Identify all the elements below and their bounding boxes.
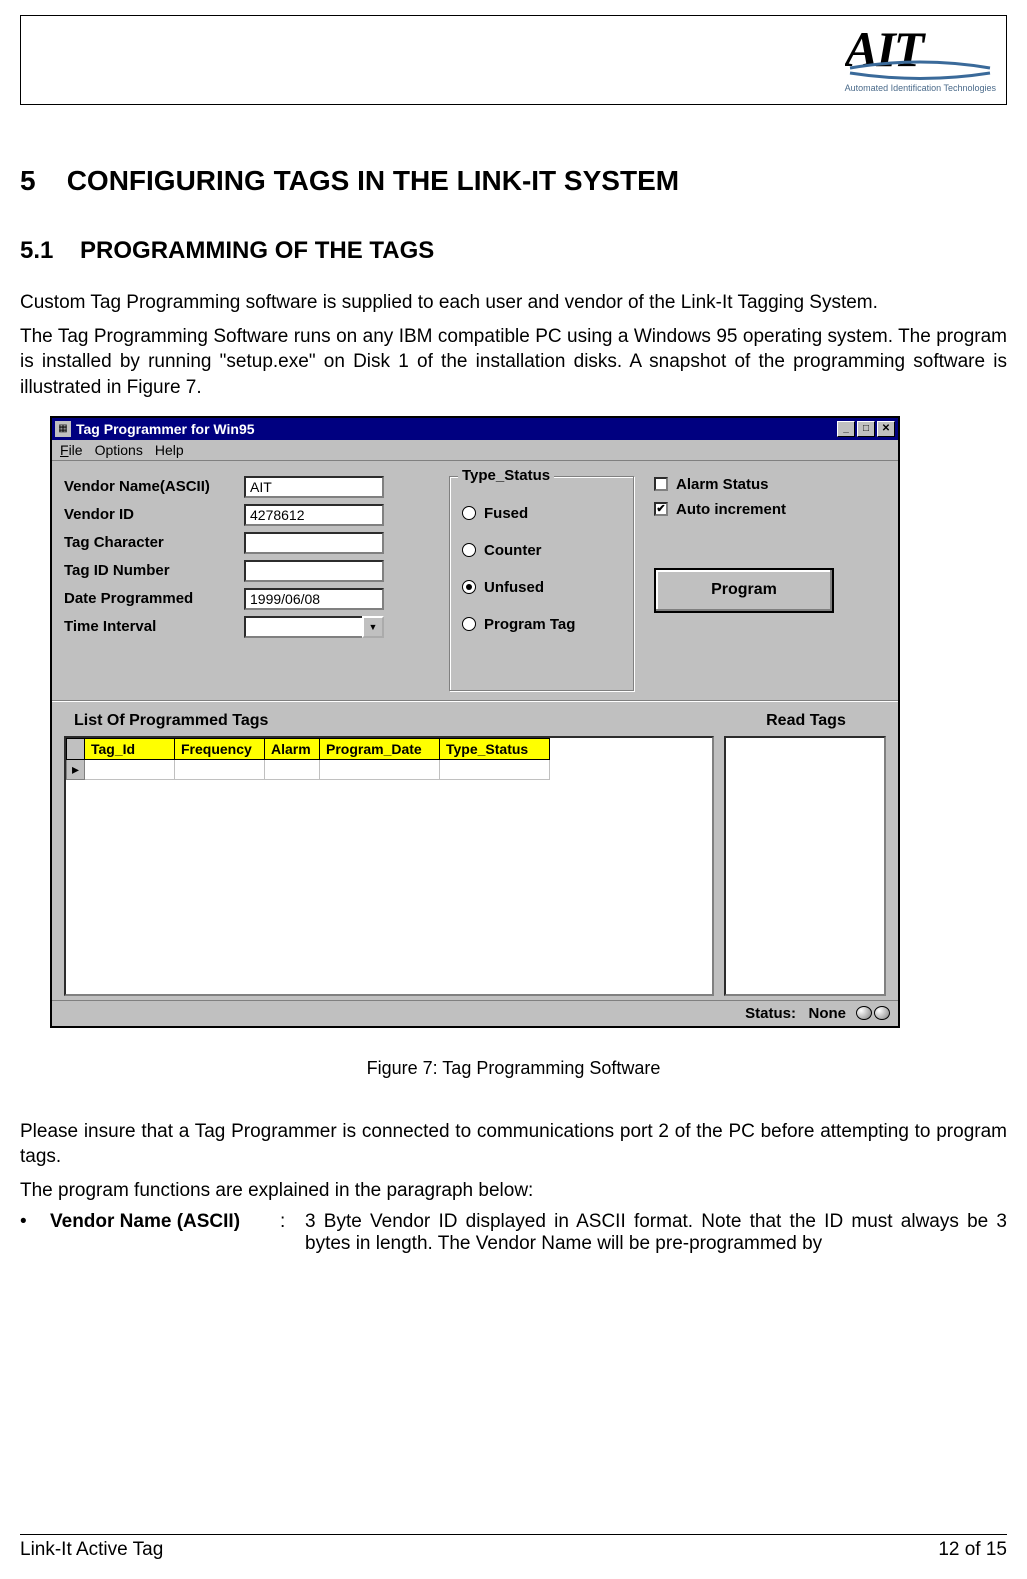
read-tags-label: Read Tags [726,712,886,730]
bullet-term: Vendor Name (ASCII) [50,1211,280,1255]
col-alarm[interactable]: Alarm [265,738,320,759]
status-led-1-icon [856,1006,872,1020]
section-heading: 5 CONFIGURING TAGS IN THE LINK-IT SYSTEM [20,165,1007,197]
menu-options[interactable]: Options [95,442,143,458]
radio-program-tag-label: Program Tag [484,616,575,633]
col-program-date[interactable]: Program_Date [320,738,440,759]
logo-mark: AIT [845,26,996,81]
menu-help[interactable]: Help [155,442,184,458]
page-header: AIT Automated Identification Technologie… [20,15,1007,105]
close-button[interactable]: ✕ [877,421,895,437]
page-footer: Link-It Active Tag 12 of 15 [20,1534,1007,1561]
subsection-title: PROGRAMMING OF THE TAGS [80,237,434,264]
table-row[interactable]: ▸ [67,759,550,779]
paragraph-1: Custom Tag Programming software is suppl… [20,290,1007,316]
programmed-tags-grid[interactable]: Tag_Id Frequency Alarm Program_Date Type… [64,736,714,996]
section-number: 5 [20,165,36,196]
vendor-id-label: Vendor ID [64,506,244,523]
status-bar: Status: None [52,1000,898,1026]
time-interval-dropdown-button[interactable]: ▼ [362,616,384,638]
bullet-vendor-name: • Vendor Name (ASCII) : 3 Byte Vendor ID… [20,1211,1007,1255]
checkbox-auto-label: Auto increment [676,501,786,518]
radio-unfused-label: Unfused [484,579,544,596]
tag-id-input[interactable] [244,560,384,582]
status-value: None [809,1005,847,1022]
radio-program-tag[interactable]: Program Tag [462,616,621,633]
type-status-legend: Type_Status [458,467,554,484]
radio-counter-label: Counter [484,542,542,559]
tag-character-label: Tag Character [64,534,244,551]
bullet-marker: • [20,1211,50,1255]
app-window: ▦ Tag Programmer for Win95 _ □ ✕ File Op… [50,416,900,1028]
date-programmed-input[interactable]: 1999/06/08 [244,588,384,610]
read-tags-list[interactable] [724,736,886,996]
paragraph-4: The program functions are explained in t… [20,1178,1007,1204]
col-type-status[interactable]: Type_Status [440,738,550,759]
time-interval-label: Time Interval [64,618,244,635]
checkbox-auto-increment[interactable]: ✔ Auto increment [654,501,886,518]
radio-fused[interactable]: Fused [462,505,621,522]
row-selector-icon: ▸ [67,759,85,779]
options-panel: Alarm Status ✔ Auto increment Program [634,476,886,691]
subsection-number: 5.1 [20,237,53,264]
figure-caption: Figure 7: Tag Programming Software [20,1058,1007,1079]
vendor-name-label: Vendor Name(ASCII) [64,478,244,495]
time-interval-input[interactable] [244,616,362,638]
checkbox-alarm-status[interactable]: Alarm Status [654,476,886,493]
company-logo: AIT Automated Identification Technologie… [845,26,996,93]
grid-corner [67,738,85,759]
program-button[interactable]: Program [654,568,834,613]
titlebar: ▦ Tag Programmer for Win95 _ □ ✕ [52,418,898,440]
list-of-tags-label: List Of Programmed Tags [74,712,726,730]
status-led-2-icon [874,1006,890,1020]
checkbox-auto-box: ✔ [654,502,668,516]
col-frequency[interactable]: Frequency [175,738,265,759]
vendor-name-input[interactable]: AIT [244,476,384,498]
tag-character-input[interactable] [244,532,384,554]
window-title: Tag Programmer for Win95 [76,421,837,437]
figure-7: ▦ Tag Programmer for Win95 _ □ ✕ File Op… [50,416,1007,1028]
radio-fused-label: Fused [484,505,528,522]
type-status-group: Type_Status Fused Counter Unfused Progra… [449,476,634,691]
section-title: CONFIGURING TAGS IN THE LINK-IT SYSTEM [67,165,679,196]
checkbox-alarm-label: Alarm Status [676,476,769,493]
date-programmed-label: Date Programmed [64,590,244,607]
paragraph-2: The Tag Programming Software runs on any… [20,324,1007,401]
system-menu-icon[interactable]: ▦ [55,421,71,437]
fields-panel: Vendor Name(ASCII) AIT Vendor ID 4278612… [64,476,439,691]
status-label: Status: [745,1005,796,1022]
radio-counter[interactable]: Counter [462,542,621,559]
menubar: File Options Help [52,440,898,461]
minimize-button[interactable]: _ [837,421,855,437]
checkbox-alarm-box [654,477,668,491]
footer-right: 12 of 15 [938,1539,1007,1561]
vendor-id-input[interactable]: 4278612 [244,504,384,526]
logo-subtitle: Automated Identification Technologies [845,83,996,93]
radio-unfused[interactable]: Unfused [462,579,621,596]
svg-text:AIT: AIT [845,26,927,77]
bullet-description: 3 Byte Vendor ID displayed in ASCII form… [305,1211,1007,1255]
paragraph-3: Please insure that a Tag Programmer is c… [20,1119,1007,1170]
col-tag-id[interactable]: Tag_Id [85,738,175,759]
menu-file[interactable]: File [60,442,83,458]
tag-id-label: Tag ID Number [64,562,244,579]
bullet-colon: : [280,1211,305,1255]
maximize-button[interactable]: □ [857,421,875,437]
subsection-heading: 5.1 PROGRAMMING OF THE TAGS [20,237,1007,265]
footer-left: Link-It Active Tag [20,1539,163,1561]
